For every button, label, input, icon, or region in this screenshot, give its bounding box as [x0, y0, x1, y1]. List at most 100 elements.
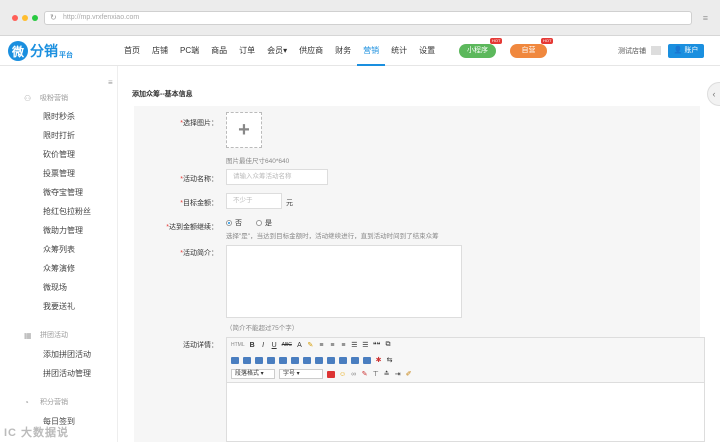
page-title: 添加众筹--基本信息 — [132, 91, 193, 98]
pen-icon[interactable]: ✎ — [361, 370, 368, 378]
close-window-button[interactable] — [12, 15, 18, 21]
sidebar-section-title: 吸粉营销 — [40, 95, 68, 102]
account-label: 账户 — [684, 47, 699, 54]
nav-home[interactable]: 首页 — [118, 36, 146, 66]
sidebar-item-crowdfunding-list[interactable]: 众筹列表 — [43, 244, 75, 255]
activity-name-input[interactable]: 请输入众筹活动名称 — [226, 169, 328, 185]
minimize-window-button[interactable] — [22, 15, 28, 21]
nav-marketing[interactable]: 营销 — [357, 36, 386, 66]
browser-menu-icon[interactable]: ≡ — [703, 13, 708, 23]
link-icon[interactable]: ∞ — [350, 371, 357, 378]
bold-button[interactable]: B — [249, 342, 256, 349]
ordered-list-button[interactable]: ☰ — [362, 341, 369, 349]
highlight-button[interactable]: ✎ — [307, 341, 314, 349]
shop-avatar[interactable] — [651, 46, 661, 55]
table-insert-row-icon[interactable] — [243, 356, 251, 364]
strikethrough-button[interactable]: ABC — [282, 342, 292, 348]
font-size-select[interactable]: 字号 ▾ — [279, 369, 323, 379]
quote-button[interactable]: ❝❝ — [373, 341, 381, 349]
sidebar-item-time-discount[interactable]: 限时打折 — [43, 130, 75, 141]
image-icon[interactable] — [327, 370, 335, 378]
nav-products[interactable]: 商品 — [205, 36, 233, 66]
table-icon[interactable] — [231, 356, 239, 364]
logo-name: 分销 — [30, 43, 58, 59]
table-split-icon[interactable] — [303, 356, 311, 364]
cell-props-icon[interactable] — [327, 356, 335, 364]
nav-settings[interactable]: 设置 — [413, 36, 441, 66]
emoji-icon[interactable]: ☺ — [339, 371, 346, 378]
copy-format-button[interactable]: ⧉ — [384, 341, 391, 349]
shop-name[interactable]: 测试店铺 — [618, 46, 646, 56]
italic-button[interactable]: I — [260, 342, 267, 349]
grid-icon: ▦ — [24, 330, 32, 340]
align-left-button[interactable]: ≡ — [318, 342, 325, 349]
sidebar-item-bargain[interactable]: 砍价管理 — [43, 149, 75, 160]
continue-hint: 选择"是"，当达到目标金额时，活动继续进行，直到活动时间到了结束众筹 — [226, 233, 439, 240]
toolbar-row-2: ✱ ⇆ — [231, 356, 393, 364]
radio-yes-label: 是 — [265, 220, 272, 227]
sidebar-item-live[interactable]: 微现场 — [43, 282, 67, 293]
indent-icon[interactable]: ⇥ — [394, 370, 401, 378]
clear-format-icon[interactable]: ✐ — [405, 370, 412, 378]
sidebar-item-gift[interactable]: 我要送礼 — [43, 301, 75, 312]
table-delete-col-icon[interactable] — [279, 356, 287, 364]
sidebar-item-treasure[interactable]: 微夺宝管理 — [43, 187, 83, 198]
align-center-button[interactable]: ≡ — [329, 342, 336, 349]
rich-text-editor[interactable]: HTML B I U ABC A ✎ ≡ ≡ ≡ ☰ ☰ ❝❝ ⧉ ✱ ⇆ 段落… — [226, 337, 705, 442]
sidebar-item-flash-sale[interactable]: 限时秒杀 — [43, 111, 75, 122]
top-navigation: 微 分销 平台 首页 店铺 PC端 商品 订单 会员▾ 供应商 财务 营销 统计… — [0, 36, 720, 66]
align-right-button[interactable]: ≡ — [340, 342, 347, 349]
nav-store[interactable]: 店铺 — [146, 36, 174, 66]
sidebar-item-group-manage[interactable]: 拼团活动管理 — [43, 368, 91, 379]
maximize-window-button[interactable] — [32, 15, 38, 21]
self-operated-button[interactable]: 自营 — [510, 44, 547, 58]
table-merge-icon[interactable] — [291, 356, 299, 364]
sidebar-item-red-packet[interactable]: 抢红包拉粉丝 — [43, 206, 91, 217]
table-delete-row-icon[interactable] — [267, 356, 275, 364]
watermark: IC 大数据说 — [4, 427, 70, 439]
nav-pc[interactable]: PC端 — [174, 36, 205, 66]
radio-no[interactable]: 否 — [226, 218, 242, 228]
sidebar-item-assist[interactable]: 微助力管理 — [43, 225, 83, 236]
miniapp-button[interactable]: 小程序 — [459, 44, 496, 58]
sidebar: ≡ ⚇ 吸粉营销 限时秒杀 限时打折 砍价管理 投票管理 微夺宝管理 抢红包拉粉丝… — [0, 66, 118, 442]
paragraph-icon[interactable]: ⊤ — [372, 370, 379, 378]
image-size-hint: 图片最佳尺寸640*640 — [226, 158, 290, 165]
html-source-button[interactable]: HTML — [231, 342, 245, 348]
unordered-list-button[interactable]: ☰ — [351, 341, 358, 349]
pin-icon[interactable]: ✱ — [375, 356, 382, 364]
intro-textarea[interactable] — [226, 245, 462, 318]
nav-suppliers[interactable]: 供应商 — [293, 36, 329, 66]
split-icon[interactable]: ⇆ — [386, 356, 393, 364]
logo-sub: 平台 — [59, 52, 73, 59]
line-height-icon[interactable]: ≛ — [383, 370, 390, 378]
paragraph-format-select[interactable]: 段落格式 ▾ — [231, 369, 275, 379]
sidebar-item-crowdfunding-demo[interactable]: 众筹演修 — [43, 263, 75, 274]
account-button[interactable]: 👤 账户 — [668, 44, 704, 58]
user-icon: 👤 — [673, 47, 683, 54]
table-delete-icon[interactable] — [339, 356, 347, 364]
address-bar[interactable]: ↻ http://mp.vrxfenxiao.com — [44, 11, 692, 25]
sidebar-item-vote[interactable]: 投票管理 — [43, 168, 75, 179]
brand-logo[interactable]: 微 分销 平台 — [8, 41, 73, 61]
insert-row-after-icon[interactable] — [363, 356, 371, 364]
target-amount-input[interactable]: 不少于 — [226, 193, 282, 209]
address-text: http://mp.vrxfenxiao.com — [63, 14, 140, 21]
insert-row-before-icon[interactable] — [351, 356, 359, 364]
table-insert-col-icon[interactable] — [255, 356, 263, 364]
image-upload-button[interactable]: + — [226, 112, 262, 148]
nav-finance[interactable]: 财务 — [329, 36, 357, 66]
toolbar-row-1: HTML B I U ABC A ✎ ≡ ≡ ≡ ☰ ☰ ❝❝ ⧉ — [231, 341, 391, 349]
currency-unit: 元 — [286, 200, 293, 207]
underline-button[interactable]: U — [271, 342, 278, 349]
radio-yes[interactable]: 是 — [256, 218, 272, 228]
nav-orders[interactable]: 订单 — [233, 36, 261, 66]
reload-icon[interactable]: ↻ — [50, 13, 57, 22]
target-label: *目标金额： — [180, 200, 218, 207]
sidebar-item-add-group[interactable]: 添加拼团活动 — [43, 349, 91, 360]
table-props-icon[interactable] — [315, 356, 323, 364]
nav-stats[interactable]: 统计 — [385, 36, 413, 66]
font-color-button[interactable]: A — [296, 342, 303, 349]
sidebar-collapse-icon[interactable]: ≡ — [108, 78, 113, 87]
nav-members[interactable]: 会员▾ — [261, 36, 293, 66]
